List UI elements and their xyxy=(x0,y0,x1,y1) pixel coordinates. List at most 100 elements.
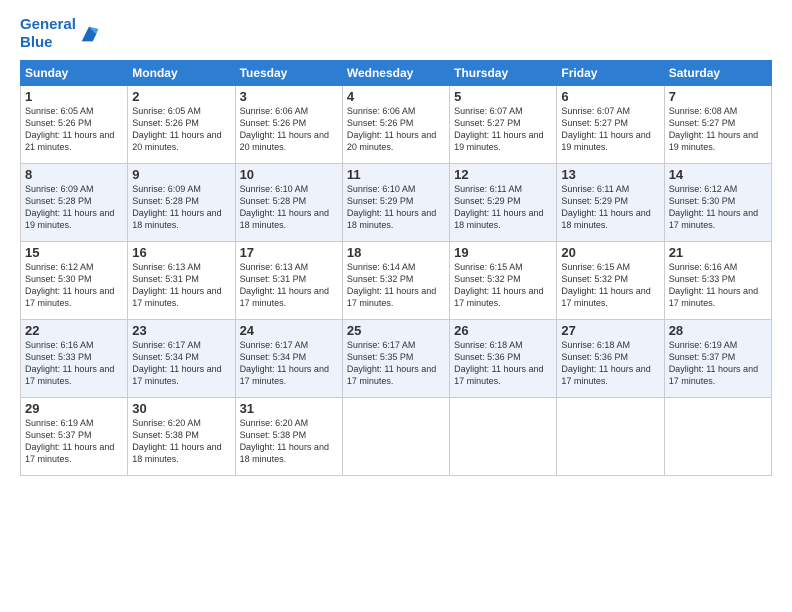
day-number: 8 xyxy=(25,167,123,182)
calendar-cell xyxy=(557,398,664,476)
calendar-cell: 25Sunrise: 6:17 AMSunset: 5:35 PMDayligh… xyxy=(342,320,449,398)
weekday-header-wednesday: Wednesday xyxy=(342,61,449,86)
calendar-cell: 26Sunrise: 6:18 AMSunset: 5:36 PMDayligh… xyxy=(450,320,557,398)
day-number: 11 xyxy=(347,167,445,182)
cell-info: Sunrise: 6:06 AMSunset: 5:26 PMDaylight:… xyxy=(347,105,445,154)
cell-info: Sunrise: 6:15 AMSunset: 5:32 PMDaylight:… xyxy=(454,261,552,310)
cell-info: Sunrise: 6:19 AMSunset: 5:37 PMDaylight:… xyxy=(25,417,123,466)
cell-info: Sunrise: 6:13 AMSunset: 5:31 PMDaylight:… xyxy=(240,261,338,310)
week-row-3: 15Sunrise: 6:12 AMSunset: 5:30 PMDayligh… xyxy=(21,242,772,320)
cell-info: Sunrise: 6:11 AMSunset: 5:29 PMDaylight:… xyxy=(454,183,552,232)
cell-info: Sunrise: 6:07 AMSunset: 5:27 PMDaylight:… xyxy=(561,105,659,154)
calendar-cell: 30Sunrise: 6:20 AMSunset: 5:38 PMDayligh… xyxy=(128,398,235,476)
weekday-header-monday: Monday xyxy=(128,61,235,86)
cell-info: Sunrise: 6:20 AMSunset: 5:38 PMDaylight:… xyxy=(132,417,230,466)
cell-info: Sunrise: 6:12 AMSunset: 5:30 PMDaylight:… xyxy=(669,183,767,232)
day-number: 15 xyxy=(25,245,123,260)
cell-info: Sunrise: 6:16 AMSunset: 5:33 PMDaylight:… xyxy=(669,261,767,310)
day-number: 14 xyxy=(669,167,767,182)
logo-text: General Blue xyxy=(20,16,76,52)
day-number: 10 xyxy=(240,167,338,182)
calendar-cell: 22Sunrise: 6:16 AMSunset: 5:33 PMDayligh… xyxy=(21,320,128,398)
day-number: 22 xyxy=(25,323,123,338)
weekday-header-saturday: Saturday xyxy=(664,61,771,86)
cell-info: Sunrise: 6:13 AMSunset: 5:31 PMDaylight:… xyxy=(132,261,230,310)
calendar-cell: 20Sunrise: 6:15 AMSunset: 5:32 PMDayligh… xyxy=(557,242,664,320)
logo-icon xyxy=(78,23,100,45)
logo: General Blue xyxy=(20,16,100,52)
calendar-cell: 23Sunrise: 6:17 AMSunset: 5:34 PMDayligh… xyxy=(128,320,235,398)
cell-info: Sunrise: 6:20 AMSunset: 5:38 PMDaylight:… xyxy=(240,417,338,466)
cell-info: Sunrise: 6:12 AMSunset: 5:30 PMDaylight:… xyxy=(25,261,123,310)
day-number: 23 xyxy=(132,323,230,338)
cell-info: Sunrise: 6:09 AMSunset: 5:28 PMDaylight:… xyxy=(132,183,230,232)
weekday-header-sunday: Sunday xyxy=(21,61,128,86)
day-number: 21 xyxy=(669,245,767,260)
cell-info: Sunrise: 6:17 AMSunset: 5:34 PMDaylight:… xyxy=(240,339,338,388)
cell-info: Sunrise: 6:14 AMSunset: 5:32 PMDaylight:… xyxy=(347,261,445,310)
calendar-cell: 21Sunrise: 6:16 AMSunset: 5:33 PMDayligh… xyxy=(664,242,771,320)
calendar-cell: 15Sunrise: 6:12 AMSunset: 5:30 PMDayligh… xyxy=(21,242,128,320)
cell-info: Sunrise: 6:15 AMSunset: 5:32 PMDaylight:… xyxy=(561,261,659,310)
cell-info: Sunrise: 6:17 AMSunset: 5:34 PMDaylight:… xyxy=(132,339,230,388)
day-number: 6 xyxy=(561,89,659,104)
day-number: 25 xyxy=(347,323,445,338)
cell-info: Sunrise: 6:10 AMSunset: 5:29 PMDaylight:… xyxy=(347,183,445,232)
calendar-cell: 4Sunrise: 6:06 AMSunset: 5:26 PMDaylight… xyxy=(342,86,449,164)
calendar-cell: 28Sunrise: 6:19 AMSunset: 5:37 PMDayligh… xyxy=(664,320,771,398)
day-number: 19 xyxy=(454,245,552,260)
weekday-header-thursday: Thursday xyxy=(450,61,557,86)
week-row-1: 1Sunrise: 6:05 AMSunset: 5:26 PMDaylight… xyxy=(21,86,772,164)
weekday-header-friday: Friday xyxy=(557,61,664,86)
cell-info: Sunrise: 6:06 AMSunset: 5:26 PMDaylight:… xyxy=(240,105,338,154)
day-number: 18 xyxy=(347,245,445,260)
day-number: 1 xyxy=(25,89,123,104)
day-number: 7 xyxy=(669,89,767,104)
cell-info: Sunrise: 6:18 AMSunset: 5:36 PMDaylight:… xyxy=(561,339,659,388)
cell-info: Sunrise: 6:16 AMSunset: 5:33 PMDaylight:… xyxy=(25,339,123,388)
calendar-cell: 14Sunrise: 6:12 AMSunset: 5:30 PMDayligh… xyxy=(664,164,771,242)
cell-info: Sunrise: 6:18 AMSunset: 5:36 PMDaylight:… xyxy=(454,339,552,388)
cell-info: Sunrise: 6:10 AMSunset: 5:28 PMDaylight:… xyxy=(240,183,338,232)
calendar-cell: 29Sunrise: 6:19 AMSunset: 5:37 PMDayligh… xyxy=(21,398,128,476)
weekday-header-row: SundayMondayTuesdayWednesdayThursdayFrid… xyxy=(21,61,772,86)
week-row-4: 22Sunrise: 6:16 AMSunset: 5:33 PMDayligh… xyxy=(21,320,772,398)
header: General Blue xyxy=(20,16,772,52)
cell-info: Sunrise: 6:05 AMSunset: 5:26 PMDaylight:… xyxy=(25,105,123,154)
day-number: 13 xyxy=(561,167,659,182)
calendar-cell xyxy=(342,398,449,476)
day-number: 17 xyxy=(240,245,338,260)
day-number: 16 xyxy=(132,245,230,260)
calendar: SundayMondayTuesdayWednesdayThursdayFrid… xyxy=(20,60,772,476)
calendar-cell: 7Sunrise: 6:08 AMSunset: 5:27 PMDaylight… xyxy=(664,86,771,164)
week-row-2: 8Sunrise: 6:09 AMSunset: 5:28 PMDaylight… xyxy=(21,164,772,242)
weekday-header-tuesday: Tuesday xyxy=(235,61,342,86)
cell-info: Sunrise: 6:11 AMSunset: 5:29 PMDaylight:… xyxy=(561,183,659,232)
week-row-5: 29Sunrise: 6:19 AMSunset: 5:37 PMDayligh… xyxy=(21,398,772,476)
calendar-cell: 18Sunrise: 6:14 AMSunset: 5:32 PMDayligh… xyxy=(342,242,449,320)
cell-info: Sunrise: 6:19 AMSunset: 5:37 PMDaylight:… xyxy=(669,339,767,388)
cell-info: Sunrise: 6:17 AMSunset: 5:35 PMDaylight:… xyxy=(347,339,445,388)
day-number: 4 xyxy=(347,89,445,104)
calendar-cell: 8Sunrise: 6:09 AMSunset: 5:28 PMDaylight… xyxy=(21,164,128,242)
calendar-cell: 2Sunrise: 6:05 AMSunset: 5:26 PMDaylight… xyxy=(128,86,235,164)
cell-info: Sunrise: 6:05 AMSunset: 5:26 PMDaylight:… xyxy=(132,105,230,154)
day-number: 9 xyxy=(132,167,230,182)
calendar-cell: 11Sunrise: 6:10 AMSunset: 5:29 PMDayligh… xyxy=(342,164,449,242)
calendar-cell: 17Sunrise: 6:13 AMSunset: 5:31 PMDayligh… xyxy=(235,242,342,320)
calendar-cell: 19Sunrise: 6:15 AMSunset: 5:32 PMDayligh… xyxy=(450,242,557,320)
calendar-cell: 5Sunrise: 6:07 AMSunset: 5:27 PMDaylight… xyxy=(450,86,557,164)
day-number: 24 xyxy=(240,323,338,338)
day-number: 26 xyxy=(454,323,552,338)
page: General Blue SundayMondayTuesdayWednesda… xyxy=(0,0,792,612)
calendar-cell: 31Sunrise: 6:20 AMSunset: 5:38 PMDayligh… xyxy=(235,398,342,476)
day-number: 20 xyxy=(561,245,659,260)
calendar-cell: 6Sunrise: 6:07 AMSunset: 5:27 PMDaylight… xyxy=(557,86,664,164)
calendar-cell: 10Sunrise: 6:10 AMSunset: 5:28 PMDayligh… xyxy=(235,164,342,242)
day-number: 31 xyxy=(240,401,338,416)
day-number: 5 xyxy=(454,89,552,104)
day-number: 3 xyxy=(240,89,338,104)
cell-info: Sunrise: 6:09 AMSunset: 5:28 PMDaylight:… xyxy=(25,183,123,232)
cell-info: Sunrise: 6:08 AMSunset: 5:27 PMDaylight:… xyxy=(669,105,767,154)
calendar-cell: 16Sunrise: 6:13 AMSunset: 5:31 PMDayligh… xyxy=(128,242,235,320)
